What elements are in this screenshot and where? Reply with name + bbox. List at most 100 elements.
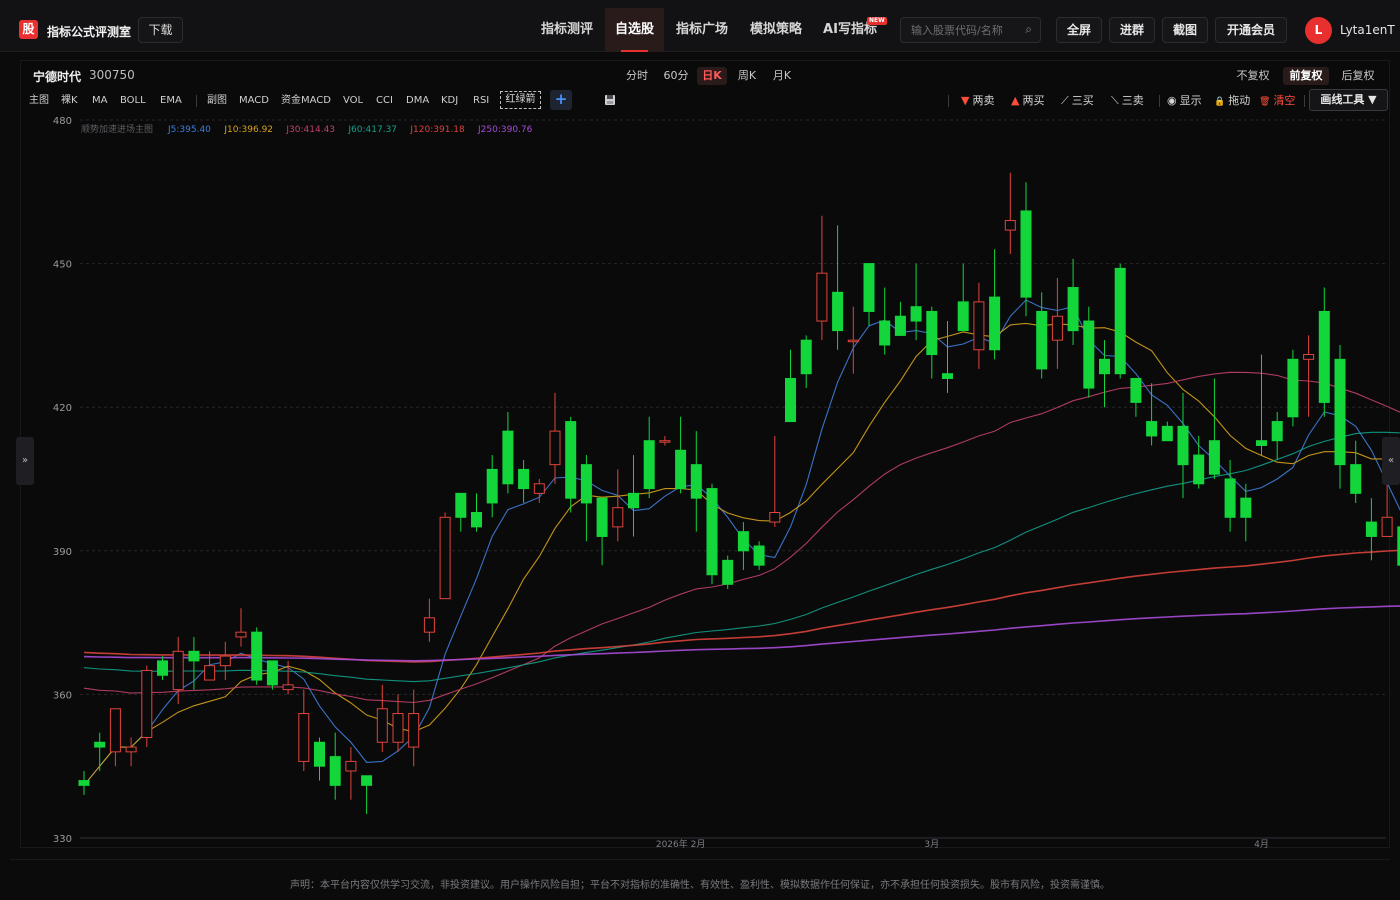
legend-j10: J10:396.92	[223, 125, 273, 135]
candle-body	[251, 631, 263, 681]
candle-body	[1334, 358, 1346, 466]
candle-body	[1240, 497, 1252, 518]
candle-body	[345, 760, 357, 772]
divider	[10, 859, 1390, 860]
candle-body	[1067, 287, 1079, 332]
candle-body	[486, 468, 498, 504]
candle-body	[957, 301, 969, 332]
candle-body	[894, 315, 906, 336]
candle-body	[172, 650, 184, 691]
candle-body	[408, 713, 420, 748]
candle-body	[1303, 354, 1315, 360]
candle-body	[1208, 440, 1220, 475]
candle-body	[204, 665, 216, 681]
candle-body	[769, 512, 781, 523]
candle-body	[1051, 315, 1063, 341]
candle-body	[690, 464, 702, 499]
legend-j120: J120:391.18	[409, 125, 465, 135]
chart-title: 顺势加速进场主图	[81, 123, 153, 135]
candle-body	[675, 449, 687, 490]
candle-body	[753, 545, 765, 566]
candle-body	[1177, 425, 1189, 466]
candle-body	[471, 512, 482, 528]
candle-body	[1130, 377, 1142, 403]
candle-body	[706, 488, 718, 576]
x-tick-label: 4月	[1254, 839, 1269, 850]
candle-body	[816, 272, 828, 322]
candle-body	[580, 464, 592, 504]
candle-body	[157, 660, 168, 676]
candle-body	[565, 421, 577, 499]
candle-body	[1004, 220, 1016, 231]
candle-body	[533, 483, 545, 494]
candle-body	[94, 741, 106, 748]
candle-body	[1224, 478, 1236, 518]
y-tick-label: 480	[53, 116, 72, 127]
candle-body	[910, 306, 922, 322]
candle-body	[832, 291, 844, 332]
candlestick-chart[interactable]: 480 450 420 390 360 330 2026年 2月 3月 4月 顺势加速进场主图 …	[0, 0, 1400, 900]
candle-body	[1256, 440, 1267, 446]
candle-body	[439, 516, 451, 600]
candle-body	[1193, 454, 1205, 485]
candle-body	[659, 440, 671, 443]
candle-body	[926, 310, 938, 356]
candle-body	[942, 373, 953, 379]
candle-body	[1365, 521, 1377, 537]
candle-body	[549, 430, 561, 466]
candle-body	[1161, 425, 1173, 442]
legend-j250: J250:390.76	[477, 125, 533, 135]
candle-body	[502, 430, 514, 485]
x-tick-label: 3月	[924, 839, 939, 850]
candle-body	[423, 617, 435, 633]
candle-body	[141, 669, 153, 738]
y-tick-label: 330	[53, 834, 72, 845]
candle-body	[596, 497, 608, 537]
candle-body	[785, 377, 796, 423]
candle-body	[219, 655, 231, 667]
legend-j5: J5:395.40	[167, 125, 211, 135]
candle-body	[1381, 516, 1393, 537]
candle-body	[612, 507, 624, 528]
candles	[78, 172, 1400, 815]
candle-body	[1350, 464, 1362, 494]
ma-line-j120	[83, 549, 1400, 663]
candle-body	[722, 559, 734, 585]
candle-body	[314, 741, 325, 767]
candle-body	[266, 660, 278, 686]
y-tick-label: 420	[53, 403, 72, 414]
candle-body	[282, 684, 294, 691]
candle-body	[1020, 210, 1032, 298]
y-tick-label: 450	[53, 260, 72, 271]
candle-body	[643, 440, 655, 490]
candle-body	[455, 492, 467, 518]
y-tick-label: 360	[53, 690, 72, 701]
right-panel-toggle-icon[interactable]: «	[1382, 437, 1400, 485]
candle-body	[1271, 421, 1283, 442]
grid	[80, 119, 1386, 839]
candle-body	[1099, 358, 1110, 375]
candle-body	[298, 713, 310, 762]
candle-body	[125, 746, 137, 753]
x-tick-label: 2026年 2月	[656, 838, 706, 850]
candle-body	[235, 631, 247, 638]
legend-j30: J30:414.43	[285, 125, 335, 135]
candle-body	[1287, 358, 1299, 418]
candle-body	[628, 492, 639, 509]
candle-body	[188, 650, 200, 662]
candle-body	[800, 339, 812, 375]
ma-line-j10	[83, 322, 1400, 786]
candle-body	[376, 708, 388, 743]
left-panel-toggle-icon[interactable]: »	[16, 437, 34, 485]
candle-body	[78, 780, 90, 786]
candle-body	[109, 708, 121, 753]
candle-body	[879, 320, 891, 346]
candle-body	[1036, 310, 1048, 370]
candle-body	[1146, 421, 1158, 437]
candle-body	[361, 775, 373, 786]
chart-legend: 顺势加速进场主图 J5:395.40 J10:396.92 J30:414.43 J6…	[81, 123, 533, 135]
candle-body	[863, 263, 875, 312]
candle-body	[518, 468, 530, 490]
candle-body	[989, 296, 1001, 351]
candle-body	[847, 339, 859, 343]
